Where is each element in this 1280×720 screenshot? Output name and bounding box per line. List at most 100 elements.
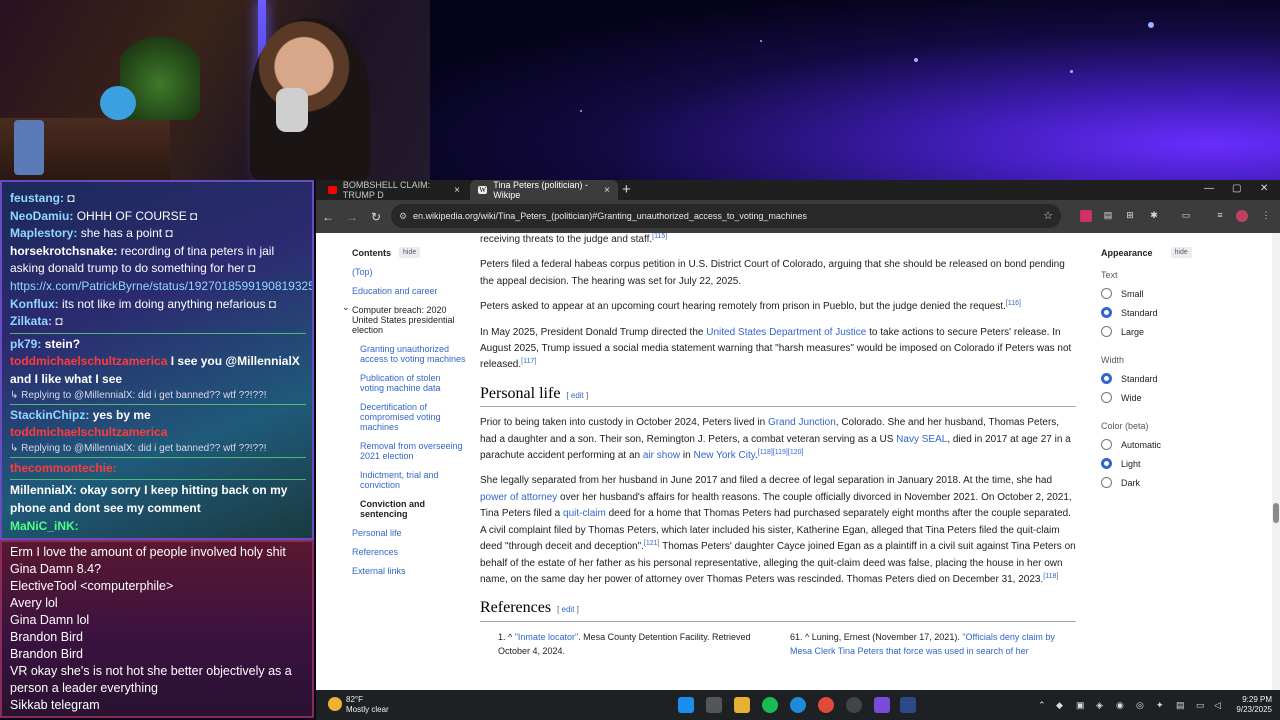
- citation-link[interactable]: [118]: [1043, 573, 1058, 580]
- citation-link[interactable]: [115]: [652, 233, 667, 240]
- maximize-icon[interactable]: ▢: [1232, 183, 1241, 194]
- radio-option[interactable]: Small: [1101, 288, 1251, 299]
- start-icon[interactable]: [678, 697, 694, 713]
- tab-youtube[interactable]: BOMBSHELL CLAIM: TRUMP D ×: [320, 180, 468, 200]
- citation-link[interactable]: [116]: [1006, 300, 1021, 307]
- power-of-attorney-link[interactable]: power of attorney: [480, 492, 557, 503]
- edit-link[interactable]: edit: [571, 391, 584, 400]
- volume-icon[interactable]: ◁: [1214, 700, 1221, 711]
- navy-seal-link[interactable]: Navy SEAL: [896, 434, 947, 445]
- quit-claim-link[interactable]: quit-claim: [563, 508, 606, 519]
- toc-item[interactable]: Granting unauthorized access to voting m…: [360, 344, 467, 364]
- minimize-icon[interactable]: —: [1204, 183, 1214, 194]
- puzzle-icon[interactable]: ✱: [1148, 210, 1160, 222]
- tray-overflow-icon[interactable]: ⌃: [1038, 700, 1046, 711]
- trash-icon[interactable]: ▤: [1102, 210, 1114, 222]
- air-show-link[interactable]: air show: [643, 450, 680, 461]
- network-icon[interactable]: ▭: [1196, 700, 1205, 711]
- app-icon[interactable]: [874, 697, 890, 713]
- chevron-down-icon[interactable]: ⌄: [342, 302, 350, 312]
- doj-link[interactable]: United States Department of Justice: [706, 327, 866, 338]
- tray-icon[interactable]: ◎: [1136, 700, 1144, 711]
- chat-username[interactable]: MillennialX:: [10, 483, 77, 497]
- tray-icon[interactable]: ◆: [1056, 700, 1063, 711]
- toc-item[interactable]: Decertification of compromised voting ma…: [360, 402, 467, 432]
- toc-item[interactable]: Personal life: [352, 528, 467, 538]
- edit-link[interactable]: edit: [562, 605, 575, 614]
- citation-link[interactable]: [118][119][120]: [758, 449, 804, 456]
- grand-junction-link[interactable]: Grand Junction: [768, 417, 836, 428]
- extension-icon[interactable]: [1080, 210, 1092, 222]
- tray-icon[interactable]: ◈: [1096, 700, 1103, 711]
- radio-button[interactable]: [1101, 373, 1112, 384]
- radio-button[interactable]: [1101, 439, 1112, 450]
- chat-username[interactable]: NeoDamiu:: [10, 209, 73, 223]
- chat-username[interactable]: toddmichaelschultzamerica: [10, 354, 167, 368]
- weather-widget[interactable]: 82°F Mostly clear: [328, 695, 389, 715]
- radio-option[interactable]: Light: [1101, 458, 1251, 469]
- task-view-icon[interactable]: [706, 697, 722, 713]
- nyc-link[interactable]: New York City: [693, 450, 755, 461]
- citation-link[interactable]: [117]: [521, 358, 536, 365]
- forward-icon[interactable]: →: [340, 210, 364, 224]
- toc-hide-button[interactable]: hide: [399, 247, 421, 258]
- radio-button[interactable]: [1101, 307, 1112, 318]
- chrome-icon[interactable]: [818, 697, 834, 713]
- chat-username[interactable]: Maplestory:: [10, 226, 77, 240]
- toc-item[interactable]: Removal from overseeing 2021 election: [360, 441, 467, 461]
- radio-button[interactable]: [1101, 392, 1112, 403]
- scrollbar-thumb[interactable]: [1273, 503, 1279, 523]
- appearance-hide-button[interactable]: hide: [1170, 247, 1192, 258]
- tab-wikipedia[interactable]: W Tina Peters (politician) - Wikipe ×: [470, 180, 618, 200]
- chat-username[interactable]: Zilkata:: [10, 314, 52, 328]
- tray-icon[interactable]: ▣: [1076, 700, 1085, 711]
- clock[interactable]: 9:29 PM 9/23/2025: [1236, 695, 1272, 715]
- page-scrollbar[interactable]: [1272, 233, 1280, 690]
- reload-icon[interactable]: ↻: [364, 210, 388, 224]
- file-explorer-icon[interactable]: [734, 697, 750, 713]
- close-window-icon[interactable]: ✕: [1260, 183, 1268, 194]
- toc-item[interactable]: ⌄ Computer breach: 2020 United States pre…: [342, 302, 467, 335]
- extension-icon[interactable]: ⊞: [1124, 210, 1136, 222]
- tray-icon[interactable]: ✦: [1156, 700, 1164, 711]
- bookmark-star-icon[interactable]: ☆: [1043, 209, 1053, 222]
- chat-username[interactable]: Konflux:: [10, 297, 59, 311]
- radio-option[interactable]: Standard: [1101, 373, 1251, 384]
- radio-button[interactable]: [1101, 477, 1112, 488]
- tray-icon[interactable]: ▤: [1176, 700, 1185, 711]
- toc-item[interactable]: Indictment, trial and conviction: [360, 470, 467, 490]
- close-icon[interactable]: ×: [604, 185, 610, 196]
- radio-option[interactable]: Standard: [1101, 307, 1251, 318]
- close-icon[interactable]: ×: [454, 185, 460, 196]
- obs-icon[interactable]: [846, 697, 862, 713]
- radio-option[interactable]: Automatic: [1101, 439, 1251, 450]
- toc-item[interactable]: References: [352, 547, 467, 557]
- edge-icon[interactable]: [790, 697, 806, 713]
- cast-icon[interactable]: ▭: [1180, 210, 1192, 222]
- back-icon[interactable]: ←: [316, 210, 340, 224]
- downloads-icon[interactable]: ≡: [1214, 210, 1226, 222]
- site-info-icon[interactable]: ⚙: [399, 211, 407, 222]
- toc-item[interactable]: Conviction and sentencing: [360, 499, 467, 519]
- tray-icon[interactable]: ◉: [1116, 700, 1124, 711]
- radio-option[interactable]: Dark: [1101, 477, 1251, 488]
- new-tab-button[interactable]: +: [622, 181, 631, 198]
- toc-item[interactable]: Publication of stolen voting machine dat…: [360, 373, 467, 393]
- address-bar[interactable]: ⚙ en.wikipedia.org/wiki/Tina_Peters_(pol…: [391, 204, 1061, 228]
- spotify-icon[interactable]: [762, 697, 778, 713]
- menu-icon[interactable]: ⋮: [1260, 210, 1272, 222]
- radio-option[interactable]: Large: [1101, 326, 1251, 337]
- chat-username[interactable]: pk79:: [10, 337, 41, 351]
- toc-item[interactable]: (Top): [352, 267, 467, 277]
- toc-item[interactable]: External links: [352, 566, 467, 576]
- radio-button[interactable]: [1101, 326, 1112, 337]
- citation-link[interactable]: [121]: [644, 540, 660, 547]
- chat-username[interactable]: thecommontechie:: [10, 461, 117, 475]
- chat-username[interactable]: StackinChipz:: [10, 408, 89, 422]
- chat-username[interactable]: horsekrotchsnake:: [10, 244, 117, 258]
- ref-link[interactable]: "Inmate locator": [515, 632, 578, 642]
- chat-username[interactable]: feustang:: [10, 191, 64, 205]
- toc-item[interactable]: Education and career: [352, 286, 467, 296]
- avatar[interactable]: [1236, 210, 1248, 222]
- radio-option[interactable]: Wide: [1101, 392, 1251, 403]
